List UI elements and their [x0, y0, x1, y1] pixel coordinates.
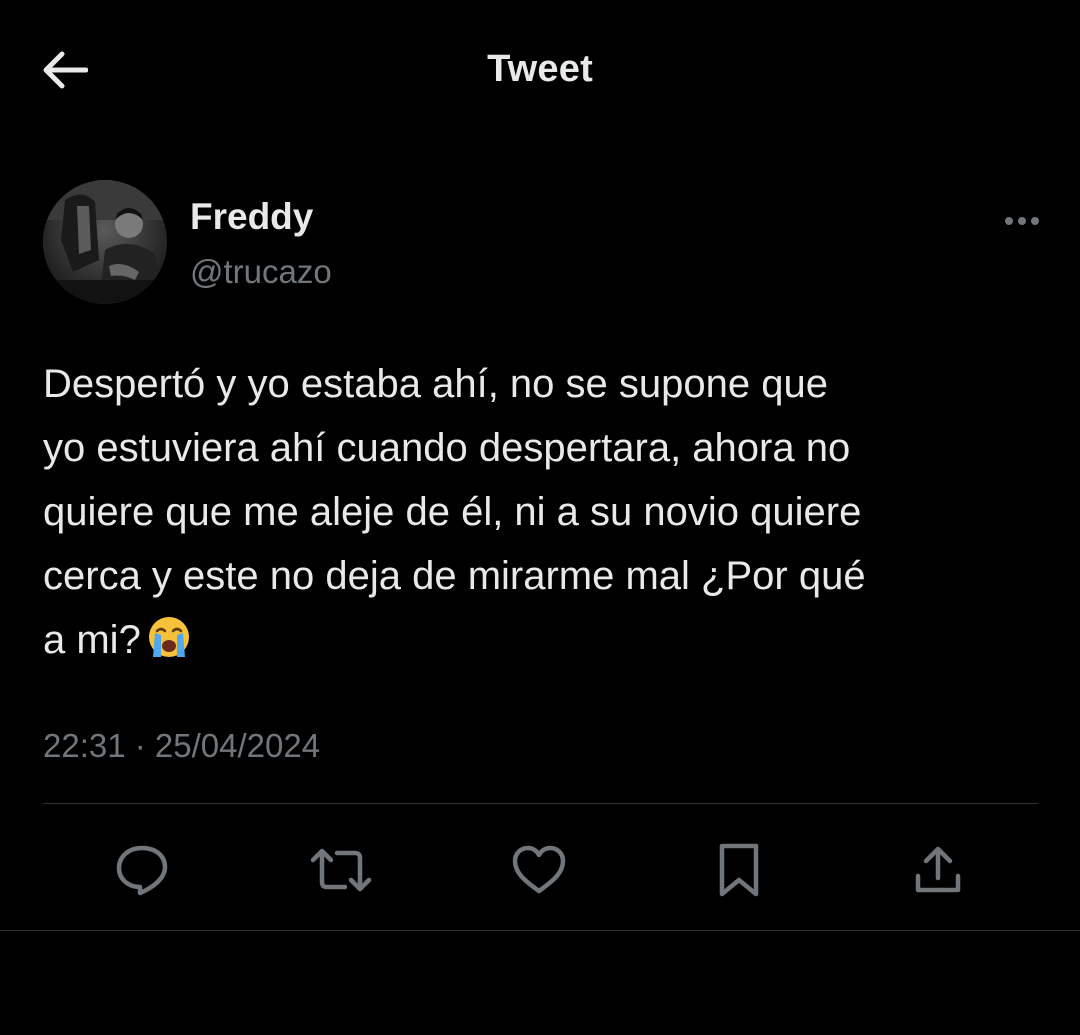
avatar-photo	[43, 180, 167, 304]
tweet-text: Despertó y yo estaba ahí, no se supone q…	[43, 352, 1043, 672]
page-title: Tweet	[487, 48, 593, 90]
more-horizontal-icon	[1005, 217, 1039, 225]
bookmark-icon	[719, 843, 759, 897]
author-name[interactable]: Freddy	[190, 196, 313, 238]
tweet-timestamp: 22:31 · 25/04/2024	[43, 727, 321, 764]
reply-button[interactable]	[110, 838, 174, 902]
bookmark-button[interactable]	[707, 838, 771, 902]
top-bar: Tweet	[0, 0, 1080, 140]
divider	[43, 803, 1038, 804]
like-icon	[512, 845, 566, 894]
like-button[interactable]	[507, 838, 571, 902]
share-icon	[915, 846, 961, 893]
avatar[interactable]	[43, 180, 167, 304]
bottom-divider	[0, 930, 1080, 931]
reply-icon	[116, 845, 168, 896]
share-button[interactable]	[906, 838, 970, 902]
loudly-crying-face-icon	[148, 617, 189, 657]
author-handle[interactable]: @trucazo	[190, 253, 332, 291]
retweet-icon	[310, 848, 372, 892]
more-options-button[interactable]	[1000, 206, 1044, 236]
retweet-button[interactable]	[309, 838, 373, 902]
